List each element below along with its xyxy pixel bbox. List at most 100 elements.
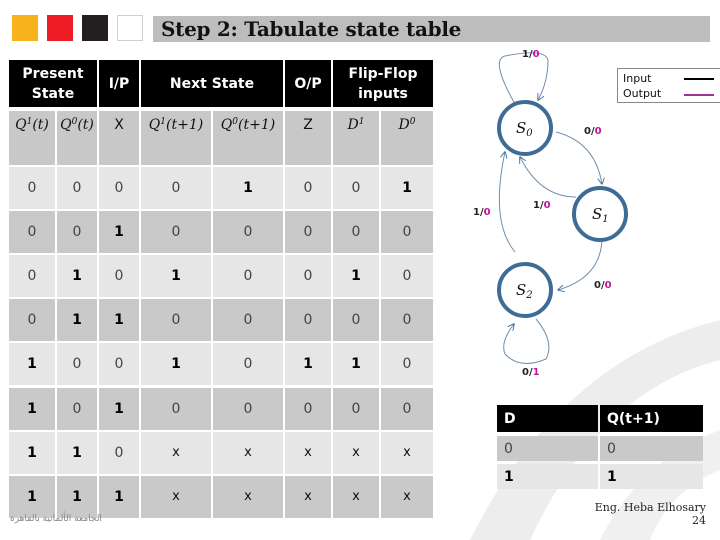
column-header: X xyxy=(99,111,139,165)
legend-input-label: Input xyxy=(623,72,652,85)
university-name: الجامعة الألمانية بالقاهرة xyxy=(10,514,102,524)
color-swatch-black xyxy=(82,15,108,41)
transition-s0-s0 xyxy=(498,52,549,105)
color-swatch-red xyxy=(47,15,73,41)
transition-label-s0-s0: 1/0 xyxy=(522,49,540,60)
table-cell: 1 xyxy=(9,387,55,430)
table-cell: x xyxy=(141,431,211,474)
group-header-label: O/P xyxy=(294,75,322,92)
dff-header: D xyxy=(497,405,598,432)
column-header-subscript: 0 xyxy=(409,117,416,127)
column-header: Z xyxy=(285,111,331,165)
column-header-subscript: 1 xyxy=(358,117,365,127)
table-cell: 0 xyxy=(57,211,97,254)
table-cell: 0 xyxy=(333,167,379,209)
table-cell: 1 xyxy=(381,167,433,209)
table-cell: 0 xyxy=(285,387,331,430)
group-header-label: Present State xyxy=(22,65,84,102)
group-header-label: I/P xyxy=(108,75,130,92)
table-cell: x xyxy=(381,475,433,518)
table-cell: 0 xyxy=(99,255,139,298)
table-cell: 0 xyxy=(213,211,283,254)
table-cell: x xyxy=(333,475,379,518)
table-cell: 0 xyxy=(9,255,55,298)
slide-title: Step 2: Tabulate state table xyxy=(161,17,462,41)
group-header: I/P xyxy=(99,60,139,107)
table-cell: 1 xyxy=(99,211,139,254)
column-header-suffix: (t) xyxy=(77,117,94,133)
column-header-label: Q xyxy=(220,117,233,133)
table-cell: 1 xyxy=(99,387,139,430)
table-cell: 0 xyxy=(213,387,283,430)
legend-output-line xyxy=(684,94,714,96)
table-cell: 1 xyxy=(9,431,55,474)
column-header-label: Z xyxy=(303,117,313,133)
dff-cell: 0 xyxy=(600,436,703,461)
table-cell: 1 xyxy=(57,299,97,342)
table-cell: 0 xyxy=(381,211,433,254)
table-cell: 0 xyxy=(381,343,433,386)
table-cell: 0 xyxy=(285,255,331,298)
column-header: D1 xyxy=(333,111,379,165)
table-cell: 0 xyxy=(213,299,283,342)
transition-label-s1-s2: 0/0 xyxy=(594,280,612,291)
table-cell: 1 xyxy=(57,255,97,298)
color-swatch-white xyxy=(117,15,143,41)
table-cell: 1 xyxy=(213,167,283,209)
table-cell: 1 xyxy=(9,475,55,518)
dff-header: Q(t+1) xyxy=(600,405,703,432)
transition-label-s1-s0: 1/0 xyxy=(533,200,551,211)
table-cell: 0 xyxy=(141,211,211,254)
column-header-label: Q xyxy=(60,117,72,133)
table-cell: 0 xyxy=(57,167,97,209)
table-cell: 0 xyxy=(381,387,433,430)
table-cell: 0 xyxy=(285,211,331,254)
column-header-label: Q xyxy=(148,117,161,133)
transition-label-s0-s1: 0/0 xyxy=(584,126,602,137)
legend-output-label: Output xyxy=(623,87,662,100)
column-header-label: D xyxy=(347,117,359,133)
table-cell: x xyxy=(213,431,283,474)
column-header: Q 0 (t+1) xyxy=(213,111,283,165)
author-name: Eng. Heba Elhosary xyxy=(594,501,706,514)
table-cell: x xyxy=(381,431,433,474)
column-header: Q 0 (t) xyxy=(57,111,97,165)
transition-s2-s2 xyxy=(503,318,550,364)
table-cell: 1 xyxy=(9,343,55,386)
transition-label-s2-s0: 1/0 xyxy=(473,207,491,218)
column-header-label: D xyxy=(398,117,410,133)
dff-cell: 1 xyxy=(497,464,598,489)
diagram-legend: Input Output xyxy=(617,68,720,103)
table-cell: 1 xyxy=(57,431,97,474)
table-cell: 1 xyxy=(333,255,379,298)
dff-cell: 1 xyxy=(600,464,703,489)
column-header-suffix: (t+1) xyxy=(238,117,276,133)
column-header-label: Q xyxy=(15,117,27,133)
transition-s0-s1 xyxy=(555,131,602,184)
legend-input-line xyxy=(684,78,714,80)
table-cell: 0 xyxy=(9,299,55,342)
transition-s1-s0 xyxy=(520,157,577,198)
table-cell: 0 xyxy=(9,211,55,254)
table-cell: 0 xyxy=(57,387,97,430)
table-cell: 0 xyxy=(333,387,379,430)
table-cell: 0 xyxy=(99,431,139,474)
table-cell: 0 xyxy=(333,211,379,254)
group-header: Next State xyxy=(141,60,283,107)
table-cell: 0 xyxy=(213,255,283,298)
table-cell: 0 xyxy=(9,167,55,209)
table-cell: 0 xyxy=(141,299,211,342)
table-cell: 0 xyxy=(381,299,433,342)
column-header-label: X xyxy=(114,117,124,133)
footer: Eng. Heba Elhosary 24 xyxy=(595,501,706,527)
table-cell: 0 xyxy=(141,167,211,209)
group-header: Present State xyxy=(9,60,97,107)
table-cell: 0 xyxy=(141,387,211,430)
group-header: O/P xyxy=(285,60,331,107)
dff-cell: 0 xyxy=(497,436,598,461)
table-cell: 1 xyxy=(333,343,379,386)
group-header-label: Flip-Flop inputs xyxy=(348,65,418,102)
table-cell: x xyxy=(285,475,331,518)
column-header: D0 xyxy=(381,111,433,165)
table-cell: x xyxy=(213,475,283,518)
